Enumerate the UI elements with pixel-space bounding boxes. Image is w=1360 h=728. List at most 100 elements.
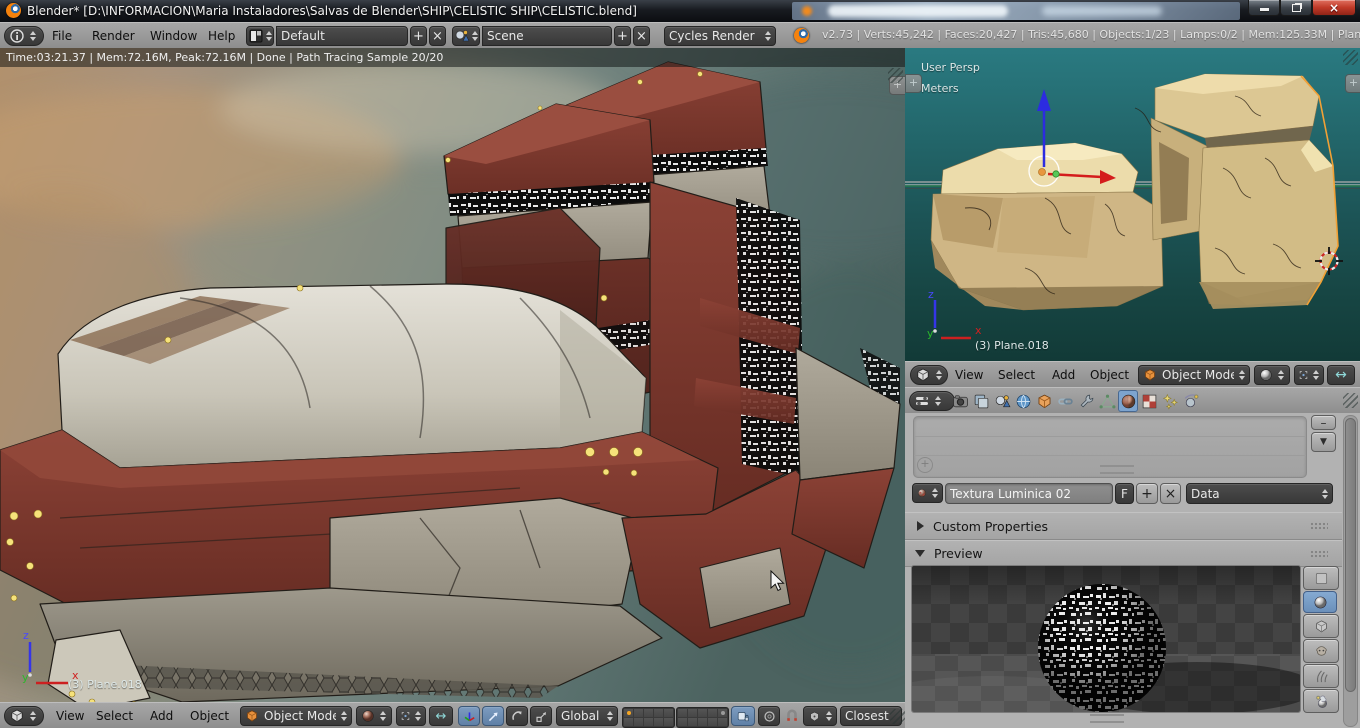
transform-orientation-dropdown[interactable]: Global	[556, 706, 618, 726]
menu-select[interactable]: Select	[96, 706, 133, 726]
editor-type-selector-3dview[interactable]	[910, 365, 948, 385]
preview-monkey-button[interactable]	[1303, 639, 1339, 663]
tab-physics[interactable]	[1181, 390, 1201, 412]
tab-constraints[interactable]	[1055, 390, 1075, 412]
corner-resize-grip[interactable]	[888, 68, 903, 83]
tab-render-layers[interactable]	[971, 390, 991, 412]
preview-world-sphere-button[interactable]	[1303, 689, 1339, 713]
scene-name: Scene	[487, 29, 607, 43]
tab-scene[interactable]	[992, 390, 1012, 412]
screen-layout-browse-button[interactable]	[246, 26, 274, 46]
proportional-edit-toggle[interactable]	[758, 706, 780, 726]
mode-dropdown[interactable]: Object Mode	[240, 706, 352, 726]
region-expand-button[interactable]: +	[1345, 74, 1360, 93]
window-titlebar[interactable]: Blender* [D:\INFORMACION\Maria Instalado…	[0, 0, 1360, 22]
scene-browse-button[interactable]	[452, 26, 480, 46]
menu-render[interactable]: Render	[92, 26, 135, 46]
add-scene-button[interactable]: +	[614, 26, 631, 46]
scene-name-field[interactable]: Scene	[482, 26, 612, 46]
texture-browse-dropdown[interactable]	[912, 483, 943, 503]
menu-view[interactable]: View	[955, 365, 983, 385]
shading-rendered-icon	[361, 709, 375, 723]
menu-select[interactable]: Select	[998, 365, 1035, 385]
manipulator-axes-toggle[interactable]	[458, 706, 480, 726]
viewport-rendered[interactable]: Time:03:21.37 | Mem:72.16M, Peak:72.16M …	[0, 48, 905, 702]
tab-world[interactable]	[1013, 390, 1033, 412]
menu-object[interactable]: Object	[190, 706, 229, 726]
layers-widget-group2[interactable]	[676, 707, 729, 728]
panel-drag-grip[interactable]	[1310, 522, 1328, 530]
menu-object[interactable]: Object	[1090, 365, 1129, 385]
preview-flat-button[interactable]	[1303, 566, 1339, 590]
preview-hair-button[interactable]	[1303, 664, 1339, 688]
close-button[interactable]: ×	[1312, 0, 1356, 16]
tab-modifiers[interactable]	[1076, 390, 1096, 412]
menu-help[interactable]: Help	[208, 26, 235, 46]
tab-texture[interactable]	[1139, 390, 1159, 412]
layers-widget-group1[interactable]	[622, 707, 675, 728]
texture-name-field[interactable]: Textura Luminica 02	[945, 483, 1113, 504]
preview-cube-button[interactable]	[1303, 614, 1339, 638]
properties-scrollbar[interactable]	[1343, 415, 1358, 727]
add-screen-layout-button[interactable]: +	[410, 26, 427, 46]
minimize-icon	[1260, 8, 1269, 11]
lock-to-scene-toggle[interactable]	[731, 706, 755, 726]
new-texture-button[interactable]: +	[1136, 483, 1158, 504]
pivot-point-dropdown[interactable]	[1294, 365, 1324, 385]
screen-layout-name: Default	[281, 29, 403, 43]
list-specials-menu-button[interactable]: ▼	[1311, 432, 1336, 452]
unlink-texture-button[interactable]: ×	[1160, 483, 1181, 504]
menu-view[interactable]: View	[56, 706, 84, 726]
selector-arrows-icon	[30, 711, 36, 721]
tab-material[interactable]	[1118, 390, 1138, 412]
translate-manipulator-button[interactable]	[482, 706, 504, 726]
fake-user-button[interactable]: F	[1115, 483, 1134, 504]
selector-arrows-icon	[1278, 370, 1284, 380]
preview-sphere-button[interactable]	[1303, 591, 1337, 613]
panel-drag-grip[interactable]	[1310, 550, 1328, 558]
panel-preview[interactable]: Preview	[905, 540, 1342, 567]
viewport-shading-dropdown[interactable]	[356, 706, 392, 726]
list-add-icon[interactable]: +	[917, 457, 933, 473]
snap-element-dropdown[interactable]	[803, 706, 837, 726]
restore-icon	[1292, 4, 1301, 12]
viewport-solid[interactable]: User Persp Meters z y x (3) Plane.018 + …	[905, 48, 1360, 361]
manipulator-toggle[interactable]: ↔	[1327, 365, 1355, 385]
screen-layout-name-field[interactable]: Default	[276, 26, 408, 46]
list-scroll-up-button[interactable]: –	[1311, 415, 1336, 430]
delete-scene-button[interactable]: ×	[633, 26, 650, 46]
mode-dropdown[interactable]: Object Mode	[1138, 365, 1250, 385]
texture-context-dropdown[interactable]: Data	[1186, 483, 1333, 504]
panel-custom-properties[interactable]: Custom Properties	[905, 512, 1342, 540]
list-resize-grip[interactable]	[1100, 465, 1134, 474]
scale-manipulator-button[interactable]	[530, 706, 552, 726]
scrollbar-thumb[interactable]	[1345, 418, 1356, 692]
manipulator-toggle[interactable]: ↔	[429, 706, 453, 726]
corner-resize-grip[interactable]	[1343, 393, 1358, 408]
menu-add[interactable]: Add	[150, 706, 173, 726]
editor-type-selector-properties[interactable]	[909, 391, 955, 411]
render-engine-dropdown[interactable]: Cycles Render	[664, 26, 776, 46]
region-expand-button[interactable]: +	[905, 74, 922, 93]
snap-toggle[interactable]	[783, 706, 801, 726]
rotate-manipulator-button[interactable]	[506, 706, 528, 726]
editor-type-selector-info[interactable]	[4, 26, 44, 46]
corner-resize-grip[interactable]	[1343, 50, 1358, 65]
tab-particles[interactable]	[1160, 390, 1180, 412]
preview-resize-grip[interactable]	[1090, 714, 1124, 723]
delete-screen-layout-button[interactable]: ×	[429, 26, 446, 46]
menu-file[interactable]: File	[52, 26, 72, 46]
editor-type-selector-3dview[interactable]	[4, 706, 44, 726]
minimize-button[interactable]	[1248, 0, 1280, 16]
monkey-icon	[1314, 644, 1329, 659]
tab-render[interactable]	[950, 390, 970, 412]
menu-add[interactable]: Add	[1052, 365, 1075, 385]
corner-resize-grip[interactable]	[890, 709, 905, 724]
menu-window[interactable]: Window	[150, 26, 197, 46]
rotate-arc-icon	[511, 710, 524, 723]
tab-object-data[interactable]	[1097, 390, 1117, 412]
viewport-shading-dropdown[interactable]	[1254, 365, 1290, 385]
pivot-point-dropdown[interactable]	[396, 706, 426, 726]
restore-button[interactable]	[1280, 0, 1312, 16]
tab-object[interactable]	[1034, 390, 1054, 412]
